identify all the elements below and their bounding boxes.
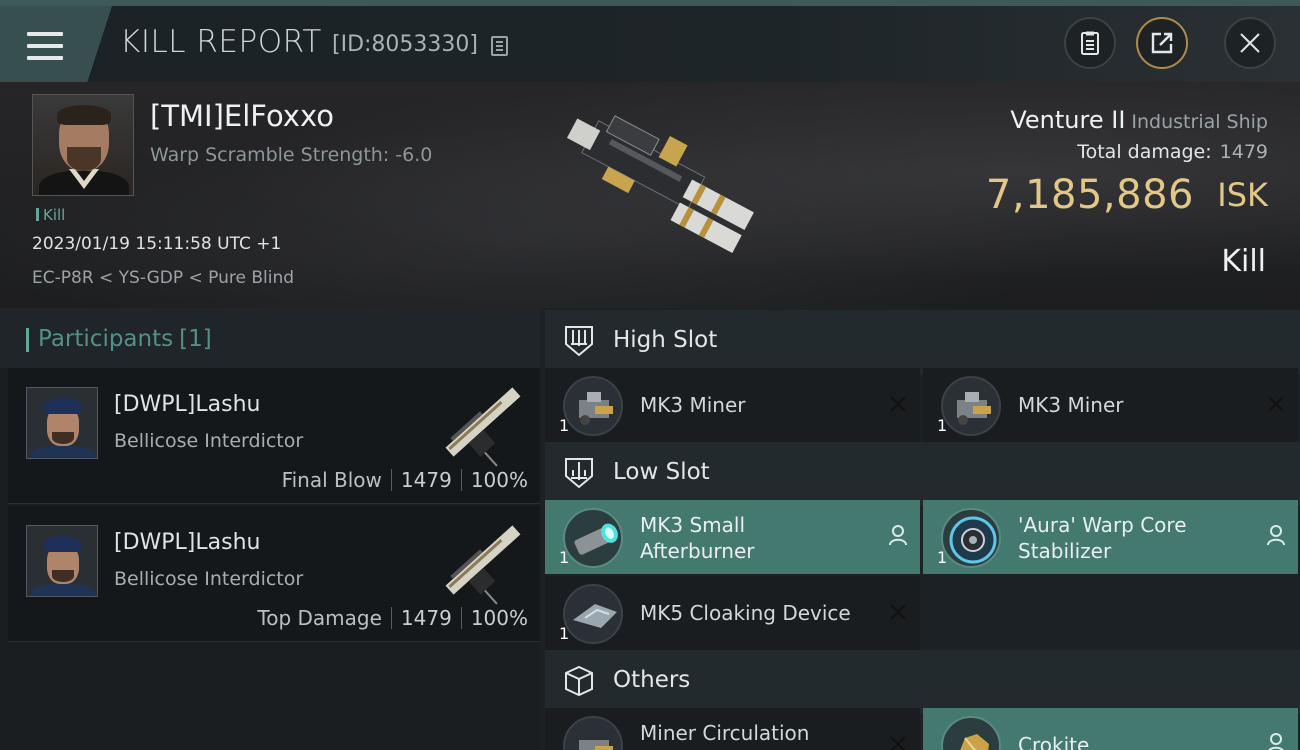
participant-name: [DWPL]Lashu: [114, 392, 261, 417]
total-damage-value: 1479: [1219, 141, 1268, 163]
others-label: Others: [613, 667, 691, 693]
participant-damage: 1479: [400, 606, 452, 630]
cloaking-device-icon: [563, 584, 623, 644]
miner-circulation-icon: [563, 716, 623, 750]
item-quantity: 1: [559, 548, 570, 567]
miner-module-icon: [941, 376, 1001, 436]
participant-avatar[interactable]: [26, 525, 98, 597]
dropped-person-icon: [1268, 733, 1284, 750]
item-name: MK3 Small Afterburner: [640, 512, 754, 564]
victim-warp-scramble: Warp Scramble Strength: -6.0: [150, 144, 433, 166]
item-name: Crokite: [1018, 733, 1090, 750]
cargo-box-icon: [565, 665, 593, 697]
kill-result: Kill: [1221, 244, 1266, 279]
others-item[interactable]: Miner Circulation: [545, 708, 920, 750]
kill-timestamp: 2023/01/19 15:11:58 UTC +1: [32, 234, 282, 254]
participant-role: Final Blow: [281, 468, 382, 492]
participant-ship: Bellicose Interdictor: [114, 568, 304, 590]
menu-icon: [27, 32, 63, 60]
item-name-line2: Afterburner: [640, 539, 755, 563]
close-icon: [1240, 33, 1260, 53]
item-name: MK3 Miner: [640, 393, 746, 417]
victim-ship-render[interactable]: [530, 96, 780, 296]
destroyed-icon: [890, 604, 906, 620]
others-item[interactable]: Crokite: [923, 708, 1298, 750]
participant-name: [DWPL]Lashu: [114, 530, 261, 555]
participant-ship-render: [445, 387, 521, 467]
high-slot-icon: [565, 326, 593, 357]
low-slot-icon: [565, 458, 593, 489]
isk-value: 7,185,886: [985, 172, 1194, 218]
item-name: 'Aura' Warp Core Stabilizer: [1018, 512, 1187, 564]
dropped-person-icon: [1267, 525, 1285, 546]
participant-avatar[interactable]: [26, 387, 98, 459]
low-slot-item[interactable]: 1 MK5 Cloaking Device: [545, 576, 920, 650]
participants-count: [1]: [179, 326, 212, 352]
victim-avatar[interactable]: [32, 94, 134, 196]
dropped-person-icon: [889, 525, 907, 546]
clipboard-icon: [1081, 31, 1099, 55]
destroyed-icon: [890, 736, 906, 750]
ship-type[interactable]: Venture II Industrial Ship: [1010, 106, 1268, 134]
ship-class: Industrial Ship: [1131, 111, 1268, 133]
victim-name[interactable]: [TMI]ElFoxxo: [150, 99, 334, 133]
afterburner-icon: [563, 508, 623, 568]
miner-module-icon: [563, 376, 623, 436]
ship-name: Venture II: [1010, 106, 1126, 134]
low-slot-label: Low Slot: [613, 459, 710, 485]
participant-stats: Top Damage 1479 100%: [257, 606, 528, 630]
report-id: [ID:8053330]: [332, 32, 478, 57]
item-quantity: 1: [559, 624, 570, 643]
item-quantity: 1: [937, 416, 948, 435]
participant-ship-render: [445, 525, 521, 605]
close-button[interactable]: [1224, 17, 1276, 69]
low-slot-item[interactable]: 1 'Aura' Warp Core Stabilizer: [923, 500, 1298, 574]
share-icon: [1151, 32, 1173, 54]
copy-icon[interactable]: [491, 36, 508, 56]
item-name-line2: Stabilizer: [1018, 539, 1112, 563]
participant-role: Top Damage: [257, 606, 382, 630]
item-name-line1: MK3 Small: [640, 513, 745, 537]
item-quantity: 1: [937, 548, 948, 567]
high-slot-label: High Slot: [613, 327, 718, 353]
participants-title: Participants [1]: [26, 326, 212, 352]
share-button[interactable]: [1136, 17, 1188, 69]
destroyed-icon: [890, 396, 906, 412]
low-slot-item[interactable]: 1 MK3 Small Afterburner: [545, 500, 920, 574]
participant-row[interactable]: [DWPL]Lashu Bellicose Interdictor Final …: [8, 368, 540, 504]
participant-ship: Bellicose Interdictor: [114, 430, 304, 452]
crokite-ore-icon: [941, 716, 1001, 750]
total-damage-label: Total damage:: [1077, 141, 1212, 163]
high-slot-item[interactable]: 1 MK3 Miner: [923, 368, 1298, 442]
participant-percent: 100%: [470, 468, 528, 492]
destroyed-icon: [1268, 396, 1284, 412]
participants-title-text: Participants: [38, 326, 174, 352]
kill-location[interactable]: EC-P8R < YS-GDP < Pure Blind: [32, 268, 294, 288]
item-name-line1: 'Aura' Warp Core: [1018, 513, 1187, 537]
isk-unit: ISK: [1217, 176, 1268, 214]
warp-core-stabilizer-icon: [941, 508, 1001, 568]
page-title: KILL REPORT: [120, 24, 322, 60]
item-quantity: 1: [559, 416, 570, 435]
item-name: Miner Circulation: [640, 721, 810, 745]
item-name: MK5 Cloaking Device: [640, 601, 851, 625]
others-header: Others: [545, 650, 1300, 714]
participant-stats: Final Blow 1479 100%: [282, 468, 528, 492]
participant-percent: 100%: [470, 606, 528, 630]
low-slot-header: Low Slot: [545, 442, 1300, 506]
high-slot-header: High Slot: [545, 310, 1300, 374]
kill-tag: Kill: [36, 206, 65, 224]
participant-damage: 1479: [400, 468, 452, 492]
item-name: MK3 Miner: [1018, 393, 1124, 417]
total-damage: Total damage: 1479: [1077, 141, 1268, 163]
participant-row[interactable]: [DWPL]Lashu Bellicose Interdictor Top Da…: [8, 506, 540, 642]
high-slot-item[interactable]: 1 MK3 Miner: [545, 368, 920, 442]
clipboard-button[interactable]: [1064, 17, 1116, 69]
